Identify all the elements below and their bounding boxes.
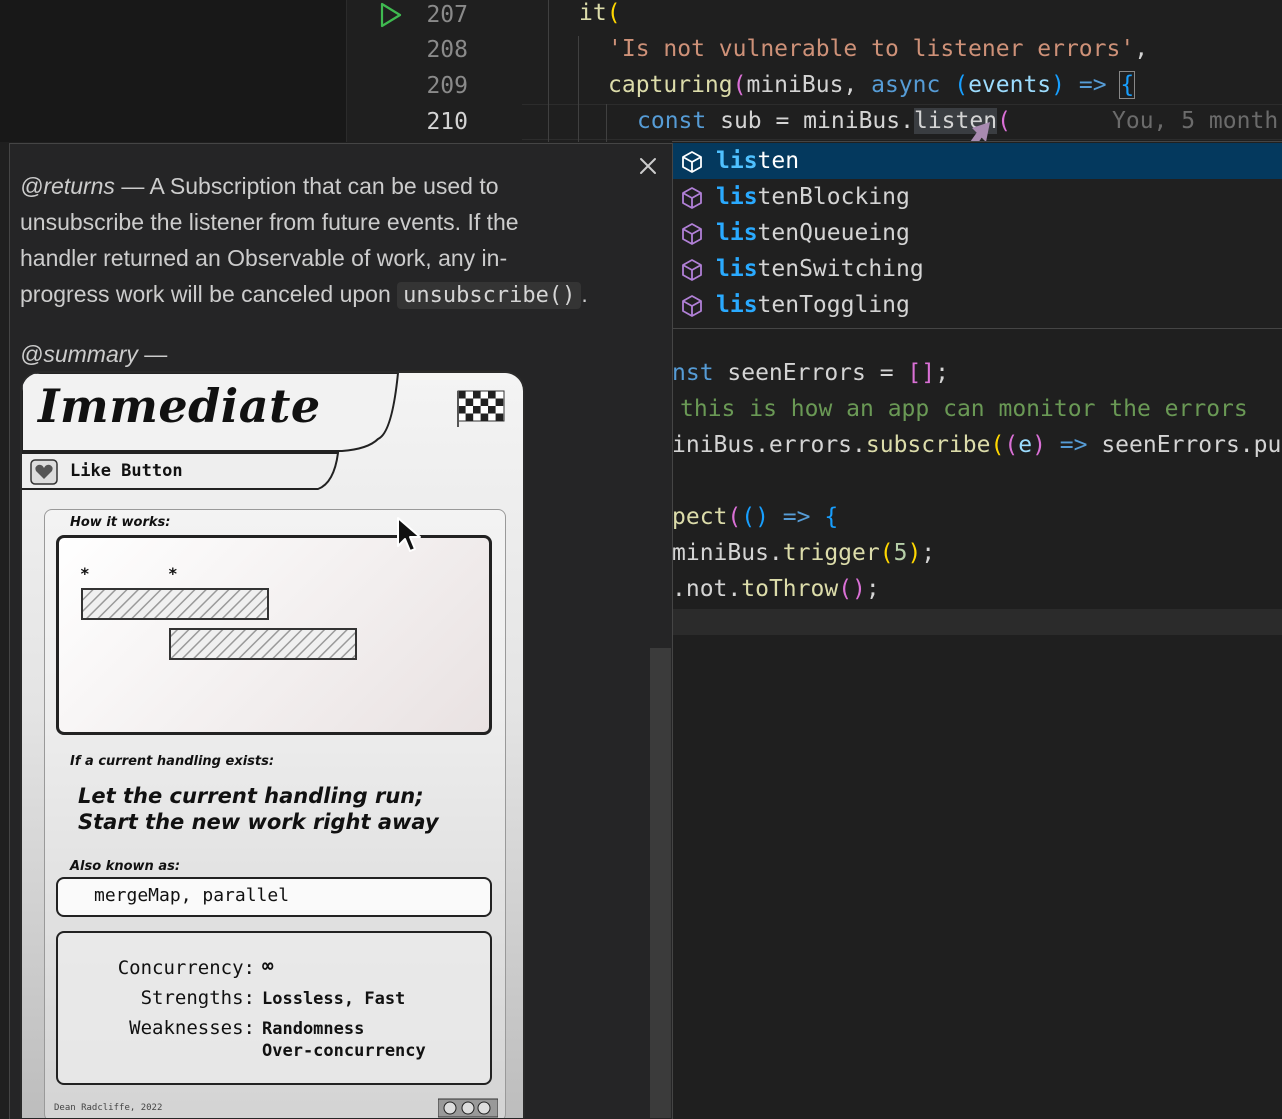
suggestion-item-listenqueueing[interactable]: listenQueueing [672, 215, 1282, 251]
code-line-207[interactable]: it( [579, 0, 621, 31]
timeline-bars: * * [80, 564, 357, 660]
stat-key-concurrency: Concurrency: [117, 957, 255, 979]
indent-guide [548, 0, 549, 142]
suggestion-item-listentoggling[interactable]: listenToggling [672, 287, 1282, 323]
line-number: 207 [426, 2, 468, 28]
stat-value-strengths: Lossless, Fast [262, 989, 406, 1009]
svg-text:*: * [168, 564, 178, 583]
suggestion-item-listenswitching[interactable]: listenSwitching [672, 251, 1282, 287]
line-number: 209 [426, 73, 468, 99]
code-line-213[interactable]: this is how an app can monitor the error… [680, 391, 1248, 427]
stat-value-weaknesses-2: Over-concurrency [262, 1041, 426, 1061]
suggestion-list: listen listenBlocking listenQueueing lis… [672, 141, 1282, 329]
docs-returns-line4: progress work will be canceled upon unsu… [20, 281, 588, 309]
docs-returns-line2: unsubscribe the listener from future eve… [20, 209, 519, 235]
svg-text:*: * [80, 564, 90, 583]
summary-card-image: Immediate Like Button How it works: * * … [20, 371, 525, 1118]
docs-returns-line3: handler returned an Observable of work, … [20, 245, 508, 271]
mouse-cursor-icon [397, 517, 421, 552]
suggestion-item-listen[interactable]: listen [672, 143, 1282, 179]
if-current-label: If a current handling exists: [70, 754, 275, 769]
code-line-216[interactable]: pect(() => { [672, 499, 838, 535]
run-test-icon[interactable] [378, 1, 404, 29]
panel-divider[interactable] [346, 0, 347, 142]
git-blame-annotation: You, 5 month [1112, 108, 1279, 134]
code-line-214[interactable]: iniBus.errors.subscribe((e) => seenError… [672, 427, 1281, 463]
how-it-works-label: How it works: [70, 515, 171, 530]
method-cube-icon [682, 295, 702, 317]
side-panel [0, 0, 346, 142]
docs-summary-label: @summary — [20, 341, 168, 367]
indent-guide [578, 36, 579, 142]
like-heart-icon [30, 459, 58, 485]
stat-key-strengths: Strengths: [140, 987, 255, 1009]
behavior-line-1: Let the current handling run; [78, 784, 424, 808]
behavior-line-2: Start the new work right away [78, 810, 439, 834]
method-cube-icon [682, 187, 702, 209]
suggestion-item-listenblocking[interactable]: listenBlocking [672, 179, 1282, 215]
aka-label: Also known as: [70, 859, 181, 874]
horizontal-scrollbar[interactable] [672, 609, 1282, 635]
card-title: Immediate [38, 379, 321, 433]
indent-guide [606, 104, 607, 142]
card-credit: Dean Radcliffe, 2022 [54, 1103, 163, 1113]
method-cube-icon [682, 223, 702, 245]
inline-code: unsubscribe() [397, 282, 582, 309]
docs-scrollbar[interactable] [650, 648, 671, 1118]
method-cube-icon [682, 259, 702, 281]
code-line-212[interactable]: nst seenErrors = []; [672, 355, 949, 391]
card-subtitle: Like Button [70, 461, 183, 481]
line-number: 208 [426, 37, 468, 63]
checkered-flag-icon [457, 390, 505, 427]
code-line-208[interactable]: 'Is not vulnerable to listener errors', [608, 31, 1148, 67]
docs-returns-line1: @returns — A Subscription that can be us… [20, 173, 499, 199]
aka-value: mergeMap, parallel [94, 885, 290, 906]
creative-commons-icon [438, 1098, 498, 1118]
code-line-217[interactable]: miniBus.trigger(5); [672, 535, 935, 571]
method-cube-icon [682, 151, 702, 173]
stat-value-concurrency: ∞ [262, 955, 274, 977]
code-line-209[interactable]: capturing(miniBus, async (events) => { [608, 67, 1136, 103]
stat-value-weaknesses: Randomness [262, 1019, 365, 1039]
stat-key-weaknesses: Weaknesses: [129, 1017, 255, 1039]
close-icon[interactable] [636, 154, 660, 178]
line-number-current: 210 [426, 109, 468, 135]
code-line-218[interactable]: .not.toThrow(); [672, 571, 880, 607]
